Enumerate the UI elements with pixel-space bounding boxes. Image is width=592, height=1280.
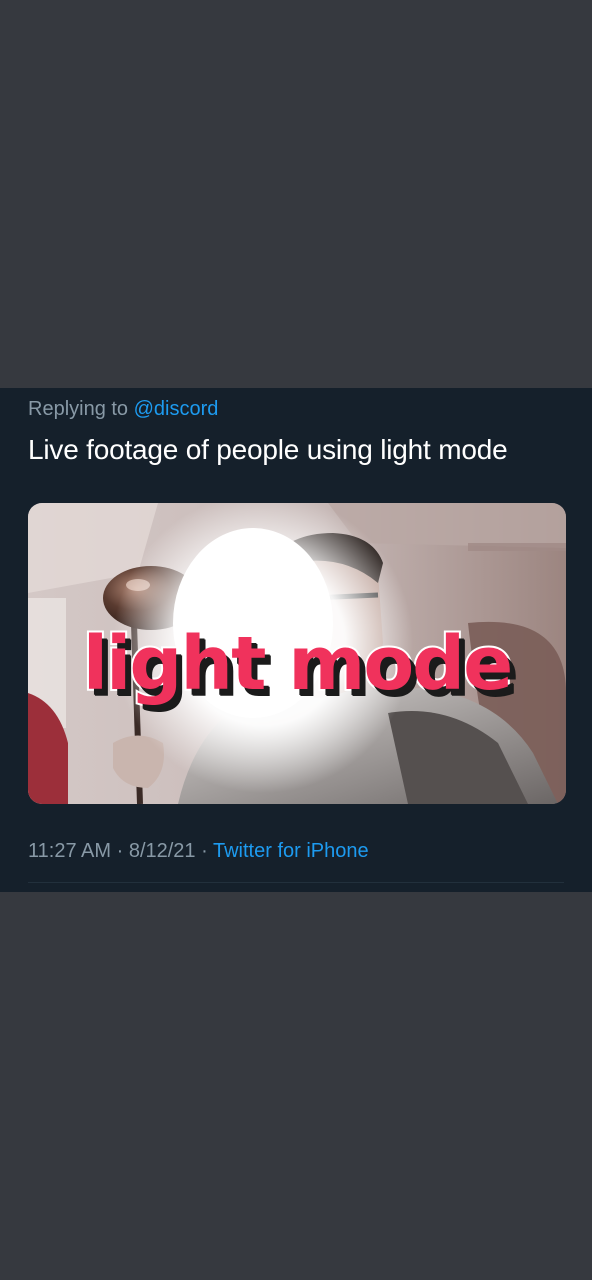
tweet-meta: 11:27 AM · 8/12/21 · Twitter for iPhone — [28, 840, 369, 863]
tweet-media[interactable]: light mode — [28, 503, 566, 804]
tweet-card: Replying to @discord Live footage of peo… — [0, 388, 592, 892]
tweet-source-link[interactable]: Twitter for iPhone — [213, 840, 369, 862]
meta-separator: · — [201, 840, 208, 862]
reply-prefix: Replying to — [28, 398, 129, 420]
meta-separator: · — [116, 840, 124, 862]
tweet-date: 8/12/21 — [128, 840, 196, 862]
tweet-time: 11:27 AM — [28, 840, 112, 862]
divider — [28, 882, 564, 883]
tweet-text: Live footage of people using light mode — [28, 434, 508, 465]
reply-context: Replying to @discord — [28, 398, 218, 421]
media-caption: light mode — [81, 619, 516, 709]
reply-mention-link[interactable]: @discord — [134, 398, 219, 420]
